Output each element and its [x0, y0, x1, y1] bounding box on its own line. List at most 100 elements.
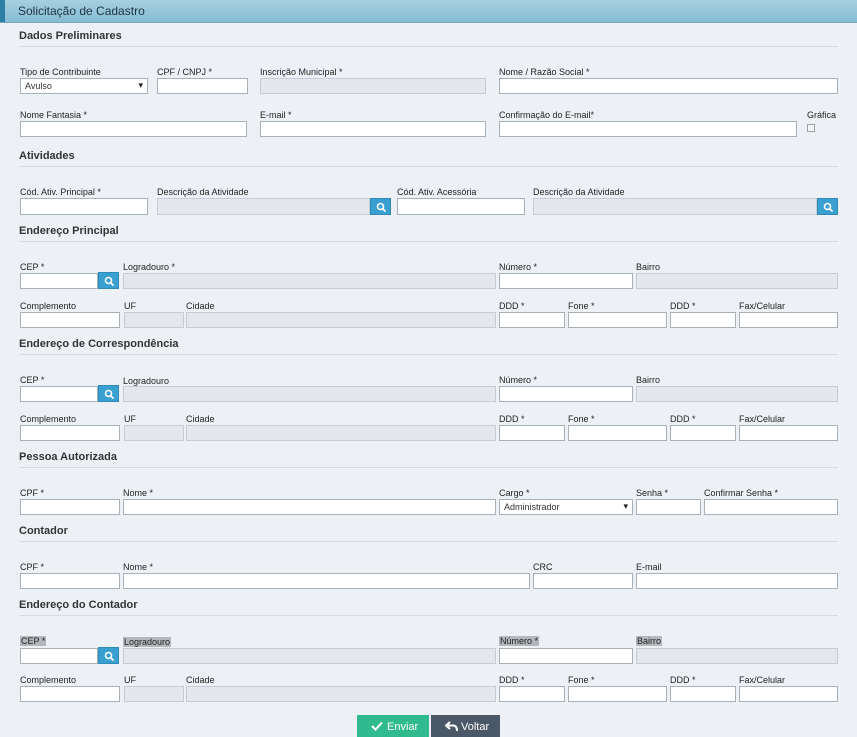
inscricao-municipal-input[interactable]	[260, 78, 486, 94]
ddd-input[interactable]	[499, 686, 565, 702]
descricao-atividade-acessoria-label: Descrição da Atividade	[533, 187, 625, 197]
divider	[19, 615, 838, 616]
numero-input[interactable]	[499, 648, 633, 664]
ddd-fax-label: DDD *	[670, 675, 696, 685]
nome-contador-label: Nome *	[123, 562, 154, 572]
cargo-select[interactable]: Administrador ▾	[499, 499, 633, 515]
enviar-button[interactable]: Enviar	[357, 715, 429, 737]
search-cep-button[interactable]	[98, 272, 119, 289]
cod-ativ-acessoria-input[interactable]	[397, 198, 525, 215]
numero-label: Número *	[499, 636, 540, 646]
cpf-cnpj-label: CPF / CNPJ *	[157, 67, 213, 77]
cep-label: CEP *	[20, 262, 45, 272]
numero-label: Número *	[499, 262, 538, 272]
bairro-label: Bairro	[636, 375, 661, 385]
complemento-label: Complemento	[20, 414, 77, 424]
numero-input[interactable]	[499, 273, 633, 289]
ddd-fax-input[interactable]	[670, 312, 736, 328]
tipo-contribuinte-select[interactable]: Avulso ▾	[20, 78, 148, 94]
back-arrow-icon	[445, 721, 458, 732]
ddd-fax-input[interactable]	[670, 425, 736, 441]
cep-input[interactable]	[20, 648, 98, 664]
fax-celular-input[interactable]	[739, 312, 838, 328]
voltar-button[interactable]: Voltar	[431, 715, 500, 737]
divider	[19, 166, 838, 167]
nome-fantasia-input[interactable]	[20, 121, 247, 137]
fone-input[interactable]	[568, 686, 667, 702]
complemento-label: Complemento	[20, 675, 77, 685]
tipo-contribuinte-value: Avulso	[25, 81, 52, 91]
bairro-input[interactable]	[636, 386, 838, 402]
descricao-atividade-label: Descrição da Atividade	[157, 187, 249, 197]
crc-label: CRC	[533, 562, 553, 572]
nome-input[interactable]	[123, 499, 496, 515]
grafica-checkbox[interactable]	[807, 124, 815, 132]
section-title-preliminares: Dados Preliminares	[19, 30, 122, 42]
uf-label: UF	[124, 675, 136, 685]
fax-celular-input[interactable]	[739, 686, 838, 702]
confirmacao-email-label: Confirmação do E-mail*	[499, 110, 595, 120]
search-atividade-principal-button[interactable]	[370, 198, 391, 215]
cod-ativ-principal-input[interactable]	[20, 198, 148, 215]
confirmar-senha-input[interactable]	[704, 499, 838, 515]
fone-input[interactable]	[568, 312, 667, 328]
cargo-label: Cargo *	[499, 488, 530, 498]
search-atividade-acessoria-button[interactable]	[817, 198, 838, 215]
logradouro-input[interactable]	[123, 648, 496, 664]
nome-razao-social-input[interactable]	[499, 78, 838, 94]
search-cep-button[interactable]	[98, 385, 119, 402]
section-title-endereco-principal: Endereço Principal	[19, 225, 119, 237]
cidade-label: Cidade	[186, 301, 215, 311]
cidade-input[interactable]	[186, 312, 496, 328]
fone-input[interactable]	[568, 425, 667, 441]
uf-label: UF	[124, 301, 136, 311]
fax-celular-input[interactable]	[739, 425, 838, 441]
header-accent	[0, 0, 5, 22]
divider	[19, 241, 838, 242]
cpf-cnpj-input[interactable]	[157, 78, 248, 94]
uf-input[interactable]	[124, 686, 184, 702]
section-title-contador: Contador	[19, 525, 68, 537]
ddd-fax-input[interactable]	[670, 686, 736, 702]
confirmacao-email-input[interactable]	[499, 121, 797, 137]
search-cep-button[interactable]	[98, 647, 119, 664]
ddd-label: DDD *	[499, 675, 525, 685]
descricao-atividade-input[interactable]	[157, 198, 370, 215]
cidade-label: Cidade	[186, 675, 215, 685]
nome-contador-input[interactable]	[123, 573, 530, 589]
email-label: E-mail *	[260, 110, 292, 120]
email-input[interactable]	[260, 121, 486, 137]
complemento-input[interactable]	[20, 425, 120, 441]
bairro-input[interactable]	[636, 648, 838, 664]
cep-input[interactable]	[20, 273, 98, 289]
cidade-input[interactable]	[186, 686, 496, 702]
section-title-atividades: Atividades	[19, 150, 75, 162]
nome-razao-social-label: Nome / Razão Social *	[499, 67, 590, 77]
uf-input[interactable]	[124, 312, 184, 328]
grafica-label: Gráfica	[807, 110, 837, 120]
cpf-contador-input[interactable]	[20, 573, 120, 589]
confirmar-senha-label: Confirmar Senha *	[704, 488, 779, 498]
bairro-input[interactable]	[636, 273, 838, 289]
email-contador-input[interactable]	[636, 573, 838, 589]
descricao-atividade-acessoria-input[interactable]	[533, 198, 817, 215]
search-icon	[823, 202, 833, 212]
bairro-label: Bairro	[636, 636, 663, 646]
complemento-input[interactable]	[20, 312, 120, 328]
logradouro-input[interactable]	[123, 386, 496, 402]
complemento-input[interactable]	[20, 686, 120, 702]
cpf-input[interactable]	[20, 499, 120, 515]
cidade-input[interactable]	[186, 425, 496, 441]
senha-input[interactable]	[636, 499, 701, 515]
cep-input[interactable]	[20, 386, 98, 402]
uf-input[interactable]	[124, 425, 184, 441]
ddd-input[interactable]	[499, 425, 565, 441]
cpf-contador-label: CPF *	[20, 562, 45, 572]
logradouro-input[interactable]	[123, 273, 496, 289]
crc-input[interactable]	[533, 573, 633, 589]
numero-input[interactable]	[499, 386, 633, 402]
inscricao-municipal-label: Inscrição Municipal *	[260, 67, 343, 77]
cpf-label: CPF *	[20, 488, 45, 498]
ddd-input[interactable]	[499, 312, 565, 328]
search-icon	[104, 389, 114, 399]
